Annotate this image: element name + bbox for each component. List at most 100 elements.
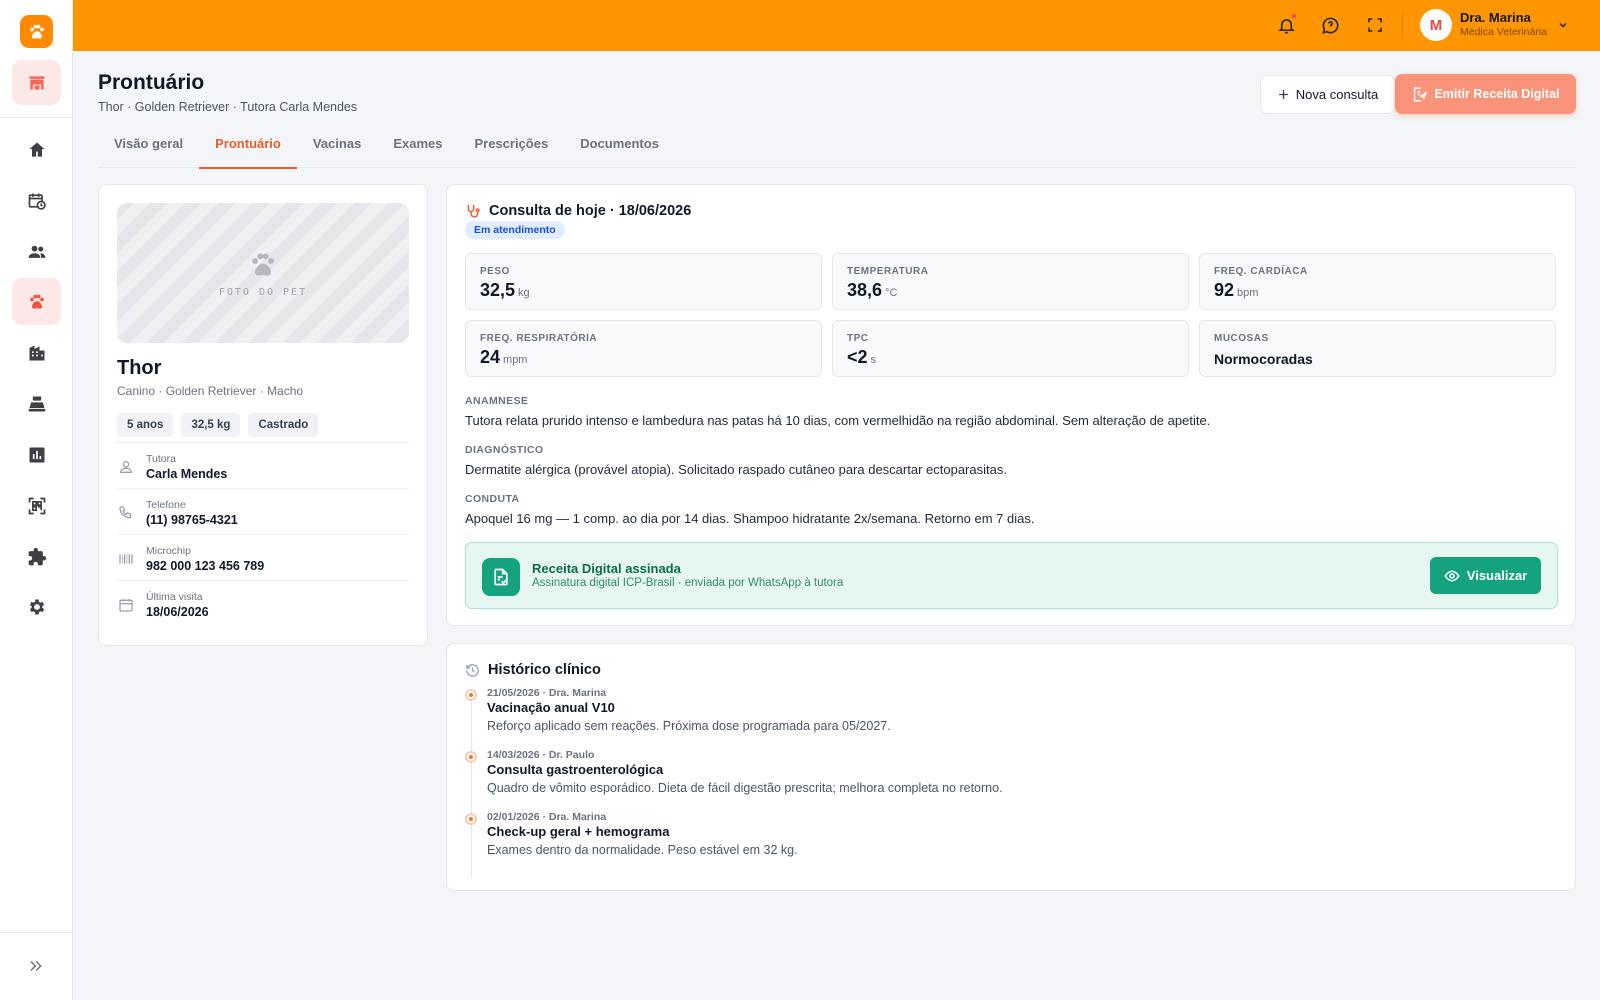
historico-card: Histórico clínico 21/05/2026 · Dra. Mari… [446,643,1576,891]
paw-logo-icon[interactable] [20,15,53,48]
tab-prontuario[interactable]: Prontuário [199,131,297,169]
store-icon[interactable] [12,60,61,105]
sidebar-item-home[interactable] [12,126,61,173]
avatar: M [1420,9,1452,41]
prescription-share-icon [1414,86,1428,102]
info-label: Tutora [146,453,176,465]
sidebar-item-pets[interactable] [12,278,61,325]
paw-icon [29,294,44,309]
fullscreen-icon[interactable] [1364,14,1386,36]
vital-label: PESO [480,266,510,277]
vital-freq-respiratoria: FREQ. RESPIRATÓRIA 24 mpm [465,320,822,377]
info-value-telefone[interactable]: (11) 98765-4321 [146,513,238,527]
vital-value: 92 bpm [1214,280,1259,300]
vital-label: FREQ. CARDÍACA [1214,266,1308,277]
vital-value: 32,5 kg [480,280,530,300]
vital-value: Normocoradas [1214,351,1313,367]
building-icon [29,345,44,360]
document-check-icon [482,558,520,596]
note-label-conduta: CONDUTA [465,493,520,505]
timeline-dot [465,689,477,701]
timeline-desc: Exames dentro da normalidade. Peso estáv… [487,843,798,857]
info-row-tutora: Tutora Carla Mendes [117,442,409,488]
vital-mucosas: MUCOSAS Normocoradas [1199,320,1556,377]
vital-peso: PESO 32,5 kg [465,253,822,310]
timeline-meta: 02/01/2026 · Dra. Marina [487,811,607,823]
chat-help-icon[interactable] [1319,14,1341,36]
eye-icon [1444,570,1460,581]
sidebar [0,0,73,1000]
emitir-receita-button[interactable]: Emitir Receita Digital [1395,74,1576,114]
consulta-title-text: Consulta de hoje · 18/06/2026 [489,203,692,219]
note-text-diagnostico: Dermatite alérgica (provável atopia). So… [465,462,1007,477]
user-menu[interactable]: M Dra. Marina Médica Veterinária [1420,9,1569,41]
notification-dot [1291,13,1297,19]
calendar-icon [117,596,135,614]
nova-consulta-button[interactable]: Nova consulta [1260,75,1395,114]
photo-label: FOTO DO PET [218,286,308,298]
sidebar-item-relatorios[interactable] [12,431,61,478]
receita-subtitle: Assinatura digital ICP-Brasil · enviada … [532,577,844,589]
tab-documentos[interactable]: Documentos [564,131,675,168]
paw-icon [252,252,274,276]
chip-neutered: Castrado [248,413,319,437]
topbar: M Dra. Marina Médica Veterinária [73,0,1600,51]
receita-digital-banner: Receita Digital assinada Assinatura digi… [465,542,1558,609]
timeline-dot [465,813,477,825]
timeline-desc: Quadro de vômito esporádico. Dieta de fá… [487,781,1003,795]
emitir-receita-label: Emitir Receita Digital [1434,87,1560,101]
vital-value: 24 mpm [480,347,528,367]
bell-icon[interactable] [1275,13,1297,36]
info-value-tutora[interactable]: Carla Mendes [146,467,227,481]
tab-exames[interactable]: Exames [377,131,458,168]
sidebar-item-qrcode[interactable] [12,482,61,529]
pet-photo-placeholder[interactable]: FOTO DO PET [117,203,409,343]
timeline-desc: Reforço aplicado sem reações. Próxima do… [487,719,891,733]
vital-temperatura: TEMPERATURA 38,6 °C [832,253,1189,310]
info-label: Telefone [146,499,186,511]
timeline-title: Check-up geral + hemograma [487,824,670,839]
history-icon [466,663,479,677]
pet-profile-card: FOTO DO PET Thor Canino · Golden Retriev… [98,184,428,646]
note-text-anamnese: Tutora relata prurido intenso e lambedur… [465,413,1211,428]
vital-label: MUCOSAS [1214,333,1269,344]
consulta-title: Consulta de hoje · 18/06/2026 [465,203,691,219]
tab-visao-geral[interactable]: Visão geral [98,131,199,168]
timeline-title: Consulta gastroenterológica [487,762,664,777]
page-subtitle: Thor · Golden Retriever · Tutora Carla M… [98,100,358,114]
sidebar-item-clientes[interactable] [12,228,61,275]
info-value-ultima-visita: 18/06/2026 [146,605,209,619]
chip-age: 5 anos [117,413,174,437]
pet-chips: 5 anos 32,5 kg Castrado [117,413,319,437]
sidebar-item-caixa[interactable] [12,380,61,427]
timeline-meta: 21/05/2026 · Dra. Marina [487,687,607,699]
visualizar-button[interactable]: Visualizar [1430,557,1541,594]
plus-icon [1278,90,1288,99]
tab-vacinas[interactable]: Vacinas [297,131,377,168]
sidebar-item-integracoes[interactable] [12,533,61,580]
double-chevron-right-icon[interactable] [22,952,50,980]
page-title: Prontuário [98,71,205,94]
pet-name: Thor [117,357,162,379]
person-icon [117,458,135,476]
chevron-down-icon [1559,22,1567,28]
vital-value: 38,6 °C [847,280,898,300]
visualizar-label: Visualizar [1466,568,1528,583]
home-icon [29,142,44,157]
info-row-ultima-visita: Última visita 18/06/2026 [117,580,409,626]
vital-tpc: TPC <2 s [832,320,1189,377]
sidebar-divider [0,117,73,118]
sidebar-item-configuracoes[interactable] [12,583,61,630]
info-row-telefone: Telefone (11) 98765-4321 [117,488,409,534]
info-value-microchip: 982 000 123 456 789 [146,559,265,573]
timeline-dot [465,751,477,763]
sidebar-divider-bottom [0,932,73,933]
sidebar-item-agenda[interactable] [12,177,61,224]
people-icon [28,245,45,258]
vital-label: TPC [847,333,869,344]
pet-meta: Canino · Golden Retriever · Macho [117,384,304,398]
tab-prescricoes[interactable]: Prescrições [458,131,564,168]
sidebar-item-unidades[interactable] [12,329,61,376]
note-label-diagnostico: DIAGNÓSTICO [465,444,544,456]
stethoscope-icon [467,205,480,218]
